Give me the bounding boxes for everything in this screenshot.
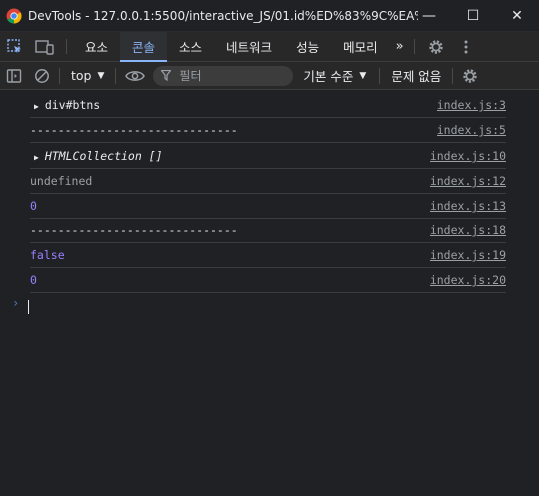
expand-triangle-icon[interactable]: ▶ [34, 153, 39, 162]
caret-down-icon: ▼ [97, 70, 105, 81]
console-row: 0 index.js:20 [30, 268, 506, 293]
settings-gear-icon[interactable] [421, 32, 451, 61]
console-row: ------------------------------ index.js:… [30, 118, 506, 143]
close-button[interactable]: ✕ [495, 0, 539, 32]
device-toolbar-icon[interactable] [30, 32, 60, 61]
toolbar-divider [379, 67, 381, 84]
console-prompt-chevron-icon: › [12, 296, 20, 310]
console-message: false [30, 248, 65, 262]
console-message: ------------------------------ [30, 123, 238, 137]
filter-placeholder: 필터 [179, 69, 202, 83]
toolbar-divider [452, 67, 454, 84]
console-message: undefined [30, 174, 93, 188]
maximize-button[interactable]: ☐ [451, 0, 495, 32]
more-tabs-button[interactable]: » [390, 32, 408, 61]
console-row: ▶ div#btns index.js:3 [30, 93, 506, 118]
minimize-button[interactable]: — [407, 0, 451, 32]
more-options-icon[interactable] [451, 32, 481, 61]
source-link[interactable]: index.js:10 [430, 149, 506, 163]
live-expression-eye-icon[interactable] [119, 62, 151, 90]
console-toolbar: top ▼ 필터 기본 수준 ▼ 문제 없음 [0, 62, 539, 90]
source-link[interactable]: index.js:18 [430, 223, 506, 237]
sidebar-toggle-icon[interactable] [0, 62, 28, 90]
console-row: 0 index.js:13 [30, 194, 506, 219]
source-link[interactable]: index.js:3 [437, 98, 506, 112]
tab-network[interactable]: 네트워크 [214, 32, 284, 61]
source-link[interactable]: index.js:5 [437, 123, 506, 137]
tab-console[interactable]: 콘솔 [120, 32, 168, 62]
filter-funnel-icon [161, 70, 172, 81]
console-message-text: HTMLCollection [] [44, 149, 163, 163]
console-message-text: div#btns [44, 98, 101, 112]
console-message: 0 [30, 273, 37, 287]
console-message: ------------------------------ [30, 223, 238, 237]
log-levels-dropdown[interactable]: 기본 수준 ▼ [293, 62, 376, 90]
context-select[interactable]: top ▼ [63, 62, 112, 90]
console-message[interactable]: ▶ div#btns [30, 98, 437, 112]
log-levels-label: 기본 수준 [303, 69, 354, 84]
source-link[interactable]: index.js:12 [430, 174, 506, 188]
expand-triangle-icon[interactable]: ▶ [34, 102, 39, 111]
toolbar-divider [66, 39, 67, 54]
toolbar-divider [413, 39, 415, 54]
console-row: ▶ HTMLCollection [] index.js:10 [30, 144, 506, 169]
console-row: false index.js:19 [30, 243, 506, 268]
window-title: DevTools - 127.0.0.1:5500/interactive_JS… [28, 8, 418, 23]
source-link[interactable]: index.js:19 [430, 248, 506, 262]
inspect-element-icon[interactable] [0, 32, 30, 61]
source-link[interactable]: index.js:20 [430, 273, 506, 287]
filter-input[interactable]: 필터 [153, 65, 294, 86]
console-row: ------------------------------ index.js:… [30, 218, 506, 243]
clear-console-icon[interactable] [28, 62, 56, 90]
tab-performance[interactable]: 성능 [284, 32, 331, 61]
console-input-cursor[interactable] [28, 300, 29, 314]
console-row: undefined index.js:12 [30, 169, 506, 194]
source-link[interactable]: index.js:13 [430, 199, 506, 213]
context-select-value: top [71, 68, 92, 83]
tab-sources[interactable]: 소스 [167, 32, 214, 61]
tab-memory[interactable]: 메모리 [331, 32, 390, 61]
console-message: 0 [30, 199, 37, 213]
chrome-icon [6, 8, 22, 24]
window-titlebar: DevTools - 127.0.0.1:5500/interactive_JS… [0, 0, 539, 32]
console-settings-gear-icon[interactable] [456, 62, 484, 90]
console-message[interactable]: ▶ HTMLCollection [] [30, 149, 430, 163]
console-output: ▶ div#btns index.js:3 -------------------… [0, 90, 539, 496]
devtools-tabbar: 요소 콘솔 소스 네트워크 성능 메모리 » [0, 32, 539, 62]
toolbar-divider [115, 67, 117, 84]
toolbar-divider [59, 67, 60, 84]
caret-down-icon: ▼ [359, 70, 367, 81]
issues-counter[interactable]: 문제 없음 [383, 62, 449, 90]
tab-elements[interactable]: 요소 [73, 32, 120, 61]
